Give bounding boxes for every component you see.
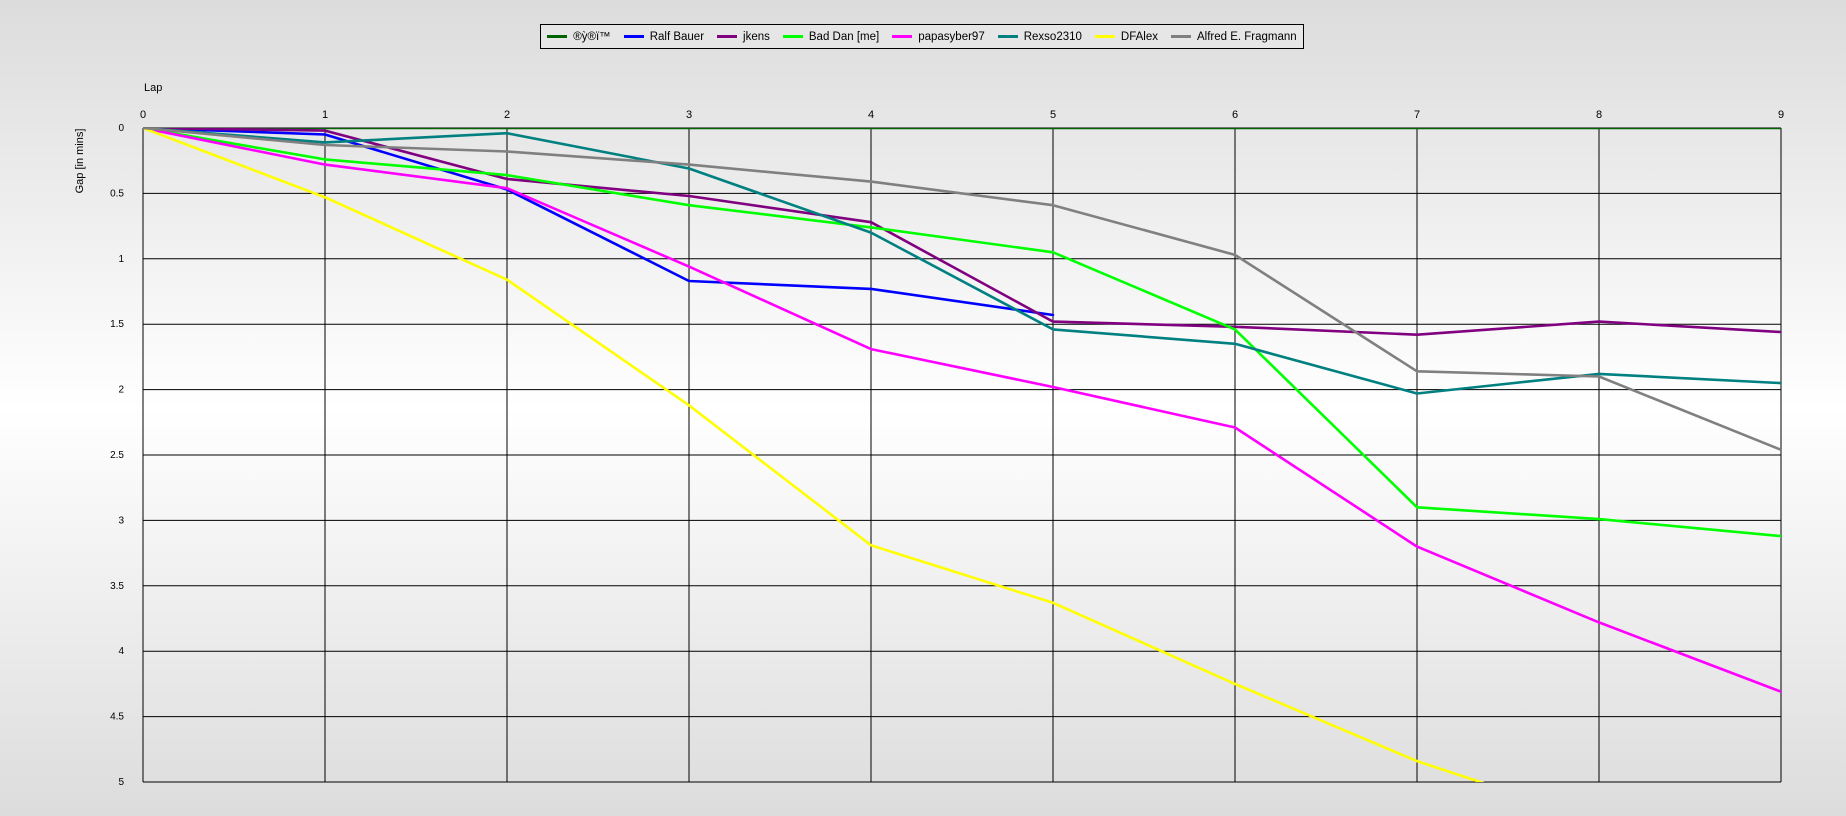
y-tick-label: 3.5: [110, 581, 124, 592]
series-line-5: [143, 128, 1781, 395]
series-line-4: [143, 128, 1781, 694]
y-tick-label: 1.5: [110, 319, 124, 330]
x-tick-label: 3: [686, 109, 692, 121]
x-tick-label: 1: [322, 109, 328, 121]
x-tick-label: 9: [1778, 109, 1784, 121]
x-tick-label: 5: [1050, 109, 1056, 121]
y-tick-label: 4: [118, 646, 124, 657]
x-tick-label: 6: [1232, 109, 1238, 121]
series-line-2: [143, 128, 1781, 337]
y-tick-label: 0: [118, 123, 124, 134]
x-tick-label: 4: [868, 109, 874, 121]
y-tick-label: 2.5: [110, 450, 124, 461]
x-tick-label: 2: [504, 109, 510, 121]
line-chart: 0 1 2 3 4 5 6 7 8 9 0 0.5 1 1.5 2 2.5 3 3.5 4 4.5 5 Lap Gap…: [74, 82, 1784, 788]
series-line-3: [143, 128, 1781, 538]
x-ticks: 0 1 2 3 4 5 6 7 8 9: [140, 109, 1784, 121]
series-lines: [143, 128, 1781, 782]
x-axis-label: Lap: [144, 82, 162, 94]
series-line-7: [143, 128, 1781, 452]
x-tick-label: 0: [140, 109, 146, 121]
x-tick-label: 7: [1414, 109, 1420, 121]
y-tick-label: 3: [118, 515, 124, 526]
y-tick-label: 1: [118, 254, 124, 265]
x-tick-label: 8: [1596, 109, 1602, 121]
y-tick-label: 2: [118, 385, 124, 396]
y-tick-label: 5: [118, 777, 124, 788]
y-tick-label: 0.5: [110, 188, 124, 199]
y-ticks: 0 0.5 1 1.5 2 2.5 3 3.5 4 4.5 5: [110, 123, 124, 788]
y-axis-label: Gap [in mins]: [74, 129, 86, 194]
y-tick-label: 4.5: [110, 712, 124, 723]
